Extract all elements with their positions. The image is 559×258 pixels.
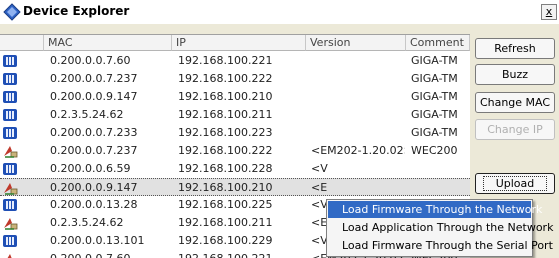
cell-ip: 192.168.100.210	[178, 90, 273, 103]
change-ip-button[interactable]: Change IP	[475, 119, 555, 140]
menu-item-load-firmware-network[interactable]: Load Firmware Through the Network	[328, 201, 542, 218]
cell-mac: 0.200.0.0.7.237	[50, 72, 138, 85]
cell-mac: 0.200.0.0.9.147	[50, 181, 138, 194]
cell-ip: 192.168.100.211	[178, 108, 273, 121]
cell-mac: 0.2.3.5.24.62	[50, 216, 124, 229]
device-explorer-icon	[3, 3, 21, 21]
module-icon	[3, 55, 17, 67]
table-row[interactable]: 0.200.0.0.6.59 192.168.100.228 <V	[0, 160, 470, 178]
cell-mac: 0.200.0.0.9.147	[50, 90, 138, 103]
cell-version: <E	[311, 181, 328, 194]
close-button[interactable]: x	[541, 4, 557, 20]
cell-version: <V	[311, 162, 328, 175]
cell-mac: 0.200.0.0.13.28	[50, 198, 138, 211]
cell-comment: GIGA-TM	[411, 54, 458, 67]
cell-version	[311, 106, 405, 124]
cell-version: <EM202-1.20.02>	[311, 144, 405, 157]
table-row[interactable]: 0.200.0.0.7.237 192.168.100.222 GIGA-TM	[0, 70, 470, 88]
table-row[interactable]: 0.200.0.0.9.147 192.168.100.210 <E	[0, 178, 470, 196]
module-icon	[3, 127, 17, 139]
module-icon	[3, 73, 17, 85]
cell-comment: WEC200	[411, 144, 458, 157]
upload-button-label: Upload	[482, 176, 548, 191]
upload-button[interactable]: Upload	[475, 173, 555, 194]
list-header: MAC IP Version Comment	[0, 35, 470, 52]
cell-ip: 192.168.100.229	[178, 234, 273, 247]
network-device-icon	[4, 218, 18, 230]
cell-comment: GIGA-TM	[411, 108, 458, 121]
cell-ip: 192.168.100.211	[178, 216, 273, 229]
upload-context-menu: Load Firmware Through the Network Load A…	[326, 199, 553, 257]
cell-ip: 192.168.100.221	[178, 54, 273, 67]
module-icon	[3, 91, 17, 103]
menu-item-load-application-network[interactable]: Load Application Through the Network	[328, 219, 553, 236]
cell-version	[311, 70, 405, 88]
cell-mac: 0.200.0.0.7.237	[50, 144, 138, 157]
network-device-icon	[4, 183, 18, 195]
cell-comment	[411, 179, 469, 197]
column-header-ip[interactable]: IP	[172, 35, 306, 51]
cell-comment: GIGA-TM	[411, 72, 458, 85]
cell-version	[311, 124, 405, 142]
refresh-button[interactable]: Refresh	[475, 38, 555, 59]
cell-mac: 0.200.0.0.7.60	[50, 54, 131, 67]
cell-mac: 0.200.0.0.7.60	[50, 250, 170, 258]
column-header-comment[interactable]: Comment	[406, 35, 470, 51]
table-row[interactable]: 0.200.0.0.7.233 192.168.100.223 GIGA-TM	[0, 124, 470, 142]
title-bar: Device Explorer x	[0, 0, 559, 24]
menu-item-load-firmware-serial[interactable]: Load Firmware Through the Serial Port	[328, 237, 553, 254]
table-row[interactable]: 0.2.3.5.24.62 192.168.100.211 GIGA-TM	[0, 106, 470, 124]
cell-ip: 192.168.100.228	[178, 162, 273, 175]
cell-comment	[411, 160, 469, 178]
cell-ip: 192.168.100.222	[178, 144, 273, 157]
cell-mac: 0.200.0.0.7.233	[50, 126, 138, 139]
table-row[interactable]: 0.200.0.0.7.237 192.168.100.222 <EM202-1.2…	[0, 142, 470, 160]
column-header-version[interactable]: Version	[306, 35, 406, 51]
cell-version	[311, 52, 405, 70]
column-header-mac[interactable]: MAC	[44, 35, 172, 51]
table-row[interactable]: 0.200.0.0.7.60 192.168.100.221 GIGA-TM	[0, 52, 470, 70]
cell-ip: 192.168.100.225	[178, 198, 273, 211]
window-title: Device Explorer	[23, 4, 130, 18]
module-icon	[3, 235, 17, 247]
module-icon	[3, 163, 17, 175]
table-row[interactable]: 0.200.0.0.9.147 192.168.100.210 GIGA-TM	[0, 88, 470, 106]
network-device-icon	[4, 146, 18, 158]
cell-comment: GIGA-TM	[411, 126, 458, 139]
cell-mac: 0.200.0.0.6.59	[50, 162, 131, 175]
header-icon-column[interactable]	[0, 35, 44, 51]
cell-ip: 192.168.100.221	[178, 250, 304, 258]
cell-ip: 192.168.100.210	[178, 181, 273, 194]
change-mac-button[interactable]: Change MAC	[475, 92, 555, 113]
cell-ip: 192.168.100.223	[178, 126, 273, 139]
module-icon	[3, 109, 17, 121]
cell-comment: GIGA-TM	[411, 90, 458, 103]
network-device-icon	[7, 254, 12, 258]
cell-ip: 192.168.100.222	[178, 72, 273, 85]
cell-mac: 0.2.3.5.24.62	[50, 108, 124, 121]
cell-mac: 0.200.0.0.13.101	[50, 234, 145, 247]
device-explorer-window: Device Explorer x MAC IP Version Comment…	[0, 0, 559, 258]
buzz-button[interactable]: Buzz	[475, 64, 555, 85]
cell-version	[311, 88, 405, 106]
module-icon	[3, 199, 17, 211]
